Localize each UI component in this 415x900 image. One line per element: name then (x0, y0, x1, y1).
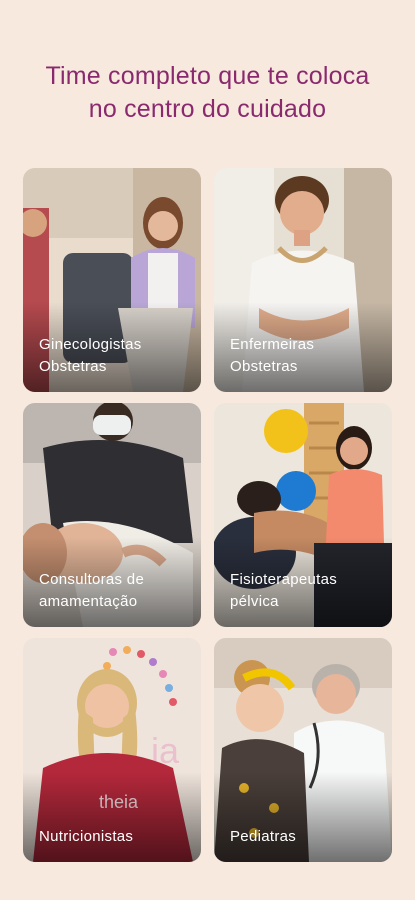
team-card-pelvic-physiotherapists[interactable]: Fisioterapeutas pélvica (214, 403, 392, 627)
team-card-nurses[interactable]: Enfermeiras Obstetras (214, 168, 392, 392)
team-card-pediatricians[interactable]: Pediatras (214, 638, 392, 862)
card-label: Nutricionistas (39, 828, 134, 845)
team-card-gynecologists[interactable]: Ginecologistas Obstetras (23, 168, 201, 392)
page-title: Time completo que te coloca no centro do… (45, 62, 370, 123)
card-label: Fisioterapeutas pélvica (230, 571, 338, 610)
screen: Time completo que te coloca no centro do… (0, 0, 415, 900)
team-card-nutritionists[interactable]: ia theia Nutricionistas (23, 638, 201, 862)
card-label: Ginecologistas Obstetras (39, 336, 142, 375)
card-label: Pediatras (230, 828, 297, 845)
card-label: Enfermeiras Obstetras (230, 336, 315, 375)
label-gradient (23, 772, 201, 862)
label-gradient (214, 772, 392, 862)
team-card-breastfeeding-consultants[interactable]: Consultoras de amamentação (23, 403, 201, 627)
card-label: Consultoras de amamentação (39, 571, 145, 610)
